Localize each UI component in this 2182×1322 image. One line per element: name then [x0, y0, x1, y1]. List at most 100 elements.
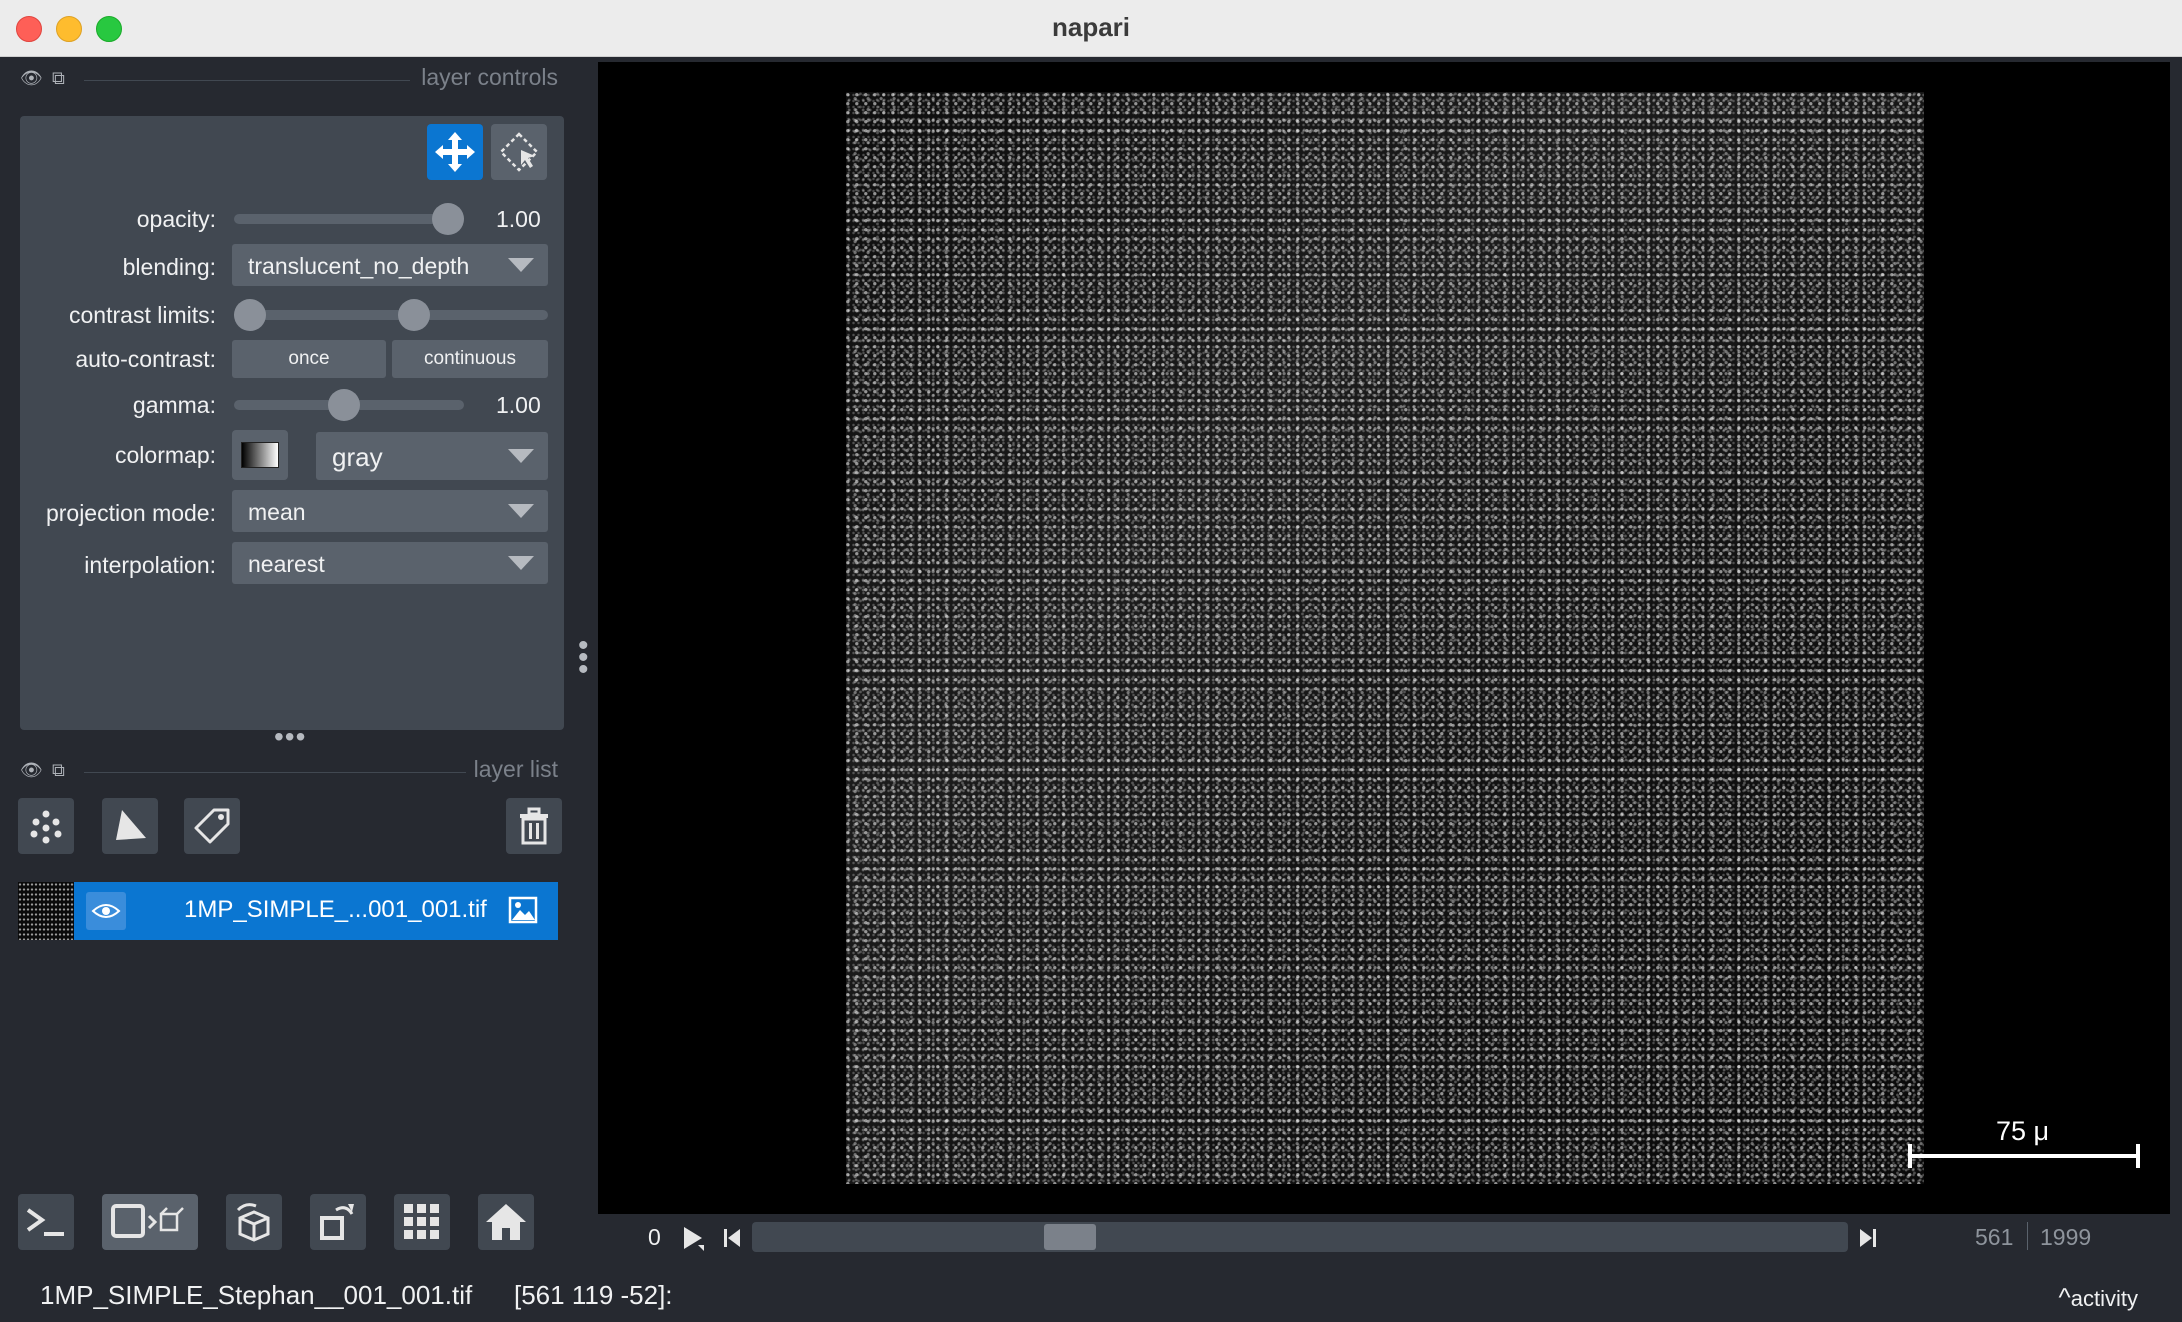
skip-back-icon: [724, 1229, 740, 1247]
dock-divider: [84, 772, 466, 773]
image-icon: [508, 896, 538, 929]
float-dock-icon[interactable]: ⧉: [52, 68, 65, 89]
eye-icon: [91, 904, 121, 918]
layer-list-dock-header: 👁 ⧉ layer list: [18, 756, 558, 784]
step-forward-button[interactable]: [1856, 1224, 1880, 1252]
step-back-button[interactable]: [720, 1224, 744, 1252]
interpolation-dropdown[interactable]: nearest: [232, 542, 548, 584]
chevron-down-icon: [508, 258, 534, 272]
activity-button[interactable]: ^activity: [2059, 1282, 2138, 1313]
roll-dimensions-button[interactable]: [226, 1194, 282, 1250]
viewer-canvas[interactable]: 75 μ: [598, 62, 2170, 1214]
projection-mode-label: projection mode:: [45, 500, 216, 526]
contrast-limits-label: contrast limits:: [69, 302, 216, 328]
layer-name[interactable]: 1MP_SIMPLE_...001_001.tif: [184, 896, 487, 924]
window-titlebar: napari: [0, 0, 2182, 57]
gamma-label: gamma:: [132, 392, 216, 418]
opacity-slider-handle[interactable]: [432, 203, 464, 235]
shapes-icon: [116, 810, 146, 840]
chevron-up-icon: ^: [2058, 1282, 2071, 1312]
chevron-down-icon: [508, 556, 534, 570]
dims-separator: [2027, 1222, 2028, 1250]
dims-slider[interactable]: [752, 1222, 1848, 1252]
scale-bar: [1908, 1144, 2140, 1168]
auto-contrast-label: auto-contrast:: [75, 346, 216, 372]
new-points-layer-button[interactable]: [18, 798, 74, 854]
activity-label: activity: [2070, 1286, 2138, 1311]
layer-thumbnail: [18, 882, 74, 940]
transpose-icon: [320, 1204, 354, 1240]
status-layer-name: 1MP_SIMPLE_Stephan__001_001.tif: [40, 1280, 473, 1310]
layer-list-item[interactable]: 1MP_SIMPLE_...001_001.tif: [18, 882, 558, 940]
canvas-splitter-handle[interactable]: • • •: [578, 631, 589, 685]
opacity-slider[interactable]: [234, 203, 464, 235]
play-button[interactable]: [682, 1224, 706, 1252]
dock-splitter-handle[interactable]: •••: [274, 723, 306, 751]
hide-dock-icon[interactable]: 👁: [20, 68, 43, 89]
projection-mode-dropdown[interactable]: mean: [232, 490, 548, 532]
transform-button[interactable]: [491, 124, 547, 180]
transpose-button[interactable]: [310, 1194, 366, 1250]
home-icon: [486, 1204, 526, 1240]
skip-forward-icon: [1860, 1229, 1876, 1247]
status-coordinates: [561 119 -52]:: [514, 1280, 673, 1310]
contrast-max-handle[interactable]: [397, 299, 430, 331]
console-button[interactable]: [18, 1194, 74, 1250]
new-shapes-layer-button[interactable]: [102, 798, 158, 854]
blending-value: translucent_no_depth: [248, 253, 470, 279]
layer-controls-panel: opacity: 1.00 blending: translucent_no_d…: [20, 116, 564, 730]
dims-axis-label[interactable]: 0: [648, 1224, 661, 1251]
dims-slider-thumb[interactable]: [1044, 1224, 1097, 1250]
float-dock-icon[interactable]: ⧉: [52, 760, 65, 781]
new-labels-layer-button[interactable]: [184, 798, 240, 854]
hide-dock-icon[interactable]: 👁: [20, 760, 43, 781]
dock-divider: [84, 80, 410, 81]
layer-controls-dock-header: 👁 ⧉ layer controls: [18, 64, 558, 92]
colormap-gradient-icon: [241, 442, 279, 468]
gamma-slider-handle[interactable]: [328, 389, 360, 421]
chevron-down-icon: [508, 449, 534, 463]
layer-selected-row[interactable]: 1MP_SIMPLE_...001_001.tif: [74, 882, 558, 940]
window-title: napari: [1051, 12, 1131, 42]
delete-layer-button[interactable]: [506, 798, 562, 854]
play-icon: [684, 1227, 704, 1251]
colormap-dropdown[interactable]: gray: [316, 432, 548, 480]
move-arrows-icon: [435, 132, 475, 172]
gamma-slider[interactable]: [234, 389, 464, 421]
contrast-min-handle[interactable]: [234, 299, 266, 331]
2d-3d-toggle-icon: [111, 1204, 184, 1238]
grid-view-button[interactable]: [394, 1194, 450, 1250]
layer-controls-title: layer controls: [421, 64, 558, 90]
auto-contrast-continuous-button[interactable]: continuous: [392, 340, 548, 378]
rotate-cube-icon: [236, 1203, 270, 1242]
image-layer-render: [846, 92, 1924, 1184]
label-tag-icon: [194, 808, 230, 844]
colormap-label: colormap:: [115, 442, 216, 468]
chevron-down-icon: [508, 504, 534, 518]
contrast-limits-slider[interactable]: [234, 299, 548, 331]
layer-visibility-toggle[interactable]: [86, 892, 126, 930]
colormap-value: gray: [332, 442, 383, 472]
colormap-preview-button[interactable]: [232, 430, 288, 480]
select-transform-icon: [499, 132, 539, 172]
auto-contrast-once-button[interactable]: once: [232, 340, 386, 378]
projection-mode-value: mean: [248, 499, 306, 525]
interpolation-value: nearest: [248, 551, 325, 577]
gamma-value: 1.00: [496, 392, 541, 418]
pan-zoom-button[interactable]: [427, 124, 483, 180]
points-icon: [30, 810, 62, 844]
layer-list-title: layer list: [473, 756, 558, 782]
toggle-ndisplay-button[interactable]: [102, 1194, 198, 1250]
blending-label: blending:: [122, 254, 216, 280]
dims-max-value: 1999: [2040, 1224, 2092, 1250]
terminal-icon: [26, 1208, 64, 1236]
trash-icon: [520, 807, 548, 845]
grid-icon: [404, 1204, 439, 1239]
scale-bar-label: 75 μ: [1996, 1116, 2050, 1146]
dims-current-value[interactable]: 561: [1975, 1224, 2013, 1251]
reset-view-button[interactable]: [478, 1194, 534, 1250]
opacity-label: opacity:: [136, 206, 216, 232]
blending-dropdown[interactable]: translucent_no_depth: [232, 244, 548, 286]
opacity-value: 1.00: [496, 206, 541, 232]
interpolation-label: interpolation:: [84, 552, 216, 578]
